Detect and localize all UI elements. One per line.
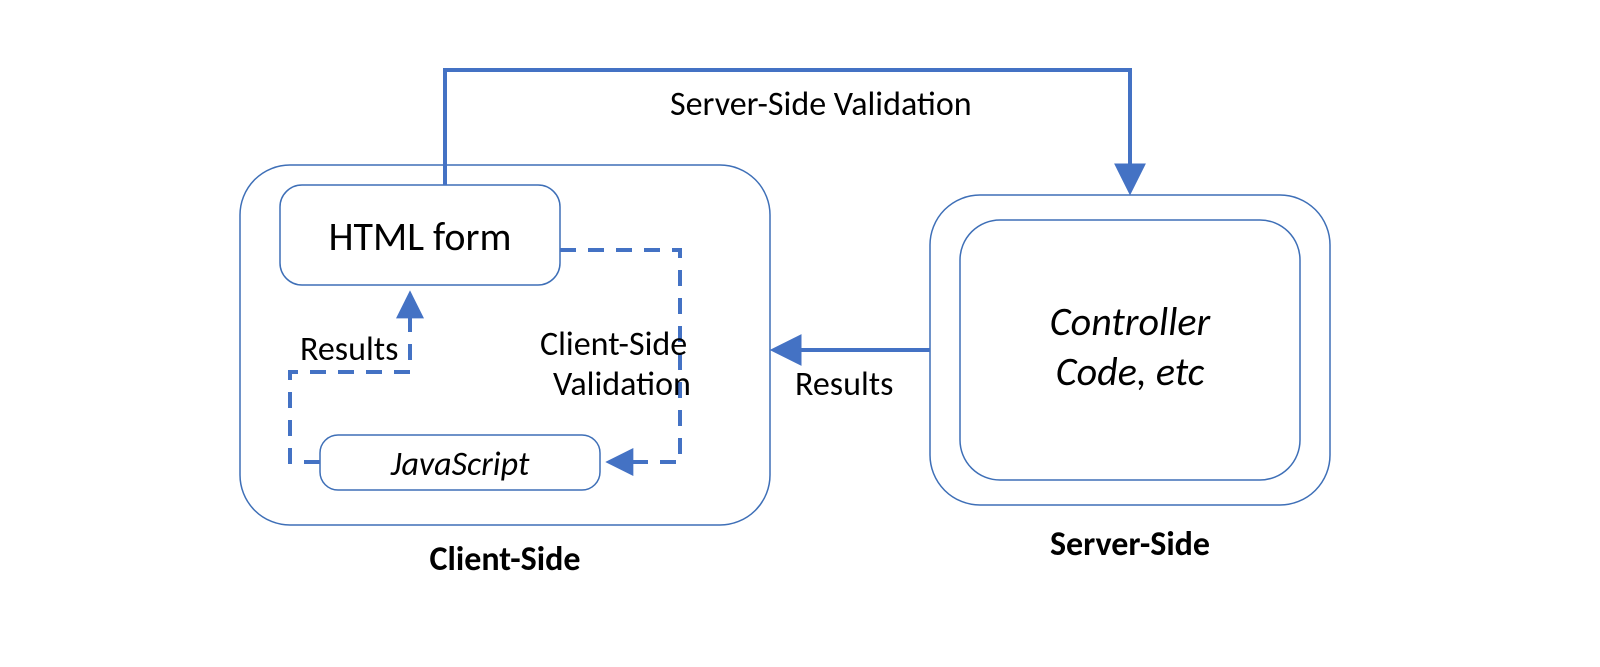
javascript-label: JavaScript (390, 444, 530, 485)
label-client-side-validation-1: Client-Side (540, 324, 687, 365)
controller-label-line2: Code, etc (1056, 347, 1205, 396)
server-side-title: Server-Side (1050, 524, 1210, 565)
arrow-results-left (290, 295, 410, 462)
client-side-title: Client-Side (430, 539, 581, 580)
server-side-group: Server-Side Controller Code, etc (930, 195, 1330, 565)
label-server-side-validation: Server-Side Validation (670, 84, 972, 125)
label-results-right: Results (795, 364, 893, 405)
html-form-label: HTML form (329, 212, 512, 261)
controller-label-line1: Controller (1050, 297, 1212, 346)
label-results-left: Results (300, 329, 398, 370)
label-client-side-validation-2: Validation (553, 364, 691, 405)
validation-flow-diagram: Client-Side HTML form JavaScript Server-… (0, 0, 1600, 667)
